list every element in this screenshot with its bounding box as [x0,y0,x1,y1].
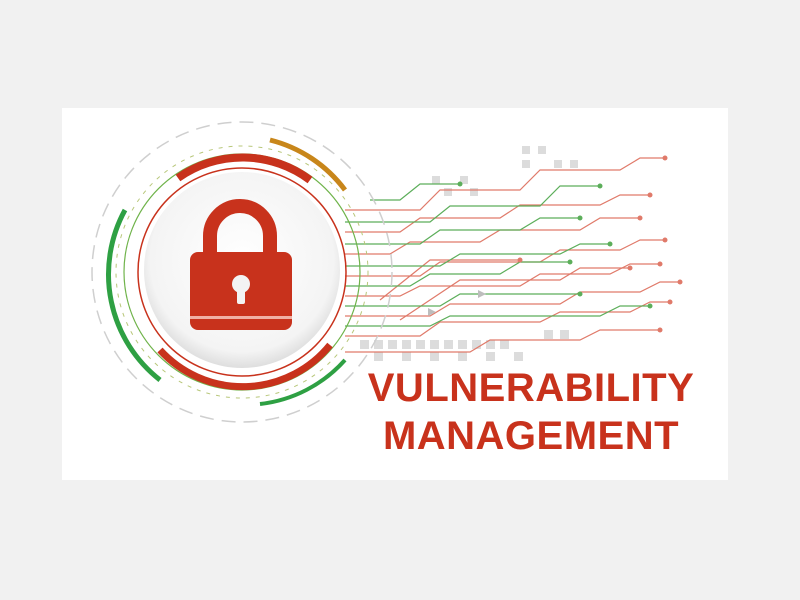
page-title: VULNERABILITY MANAGEMENT [366,364,696,460]
title-line-1: VULNERABILITY [367,366,695,410]
illustration-canvas: VULNERABILITY MANAGEMENT [0,0,800,600]
lock-rings-graphic [91,121,393,423]
title-line-2: MANAGEMENT [382,414,680,458]
